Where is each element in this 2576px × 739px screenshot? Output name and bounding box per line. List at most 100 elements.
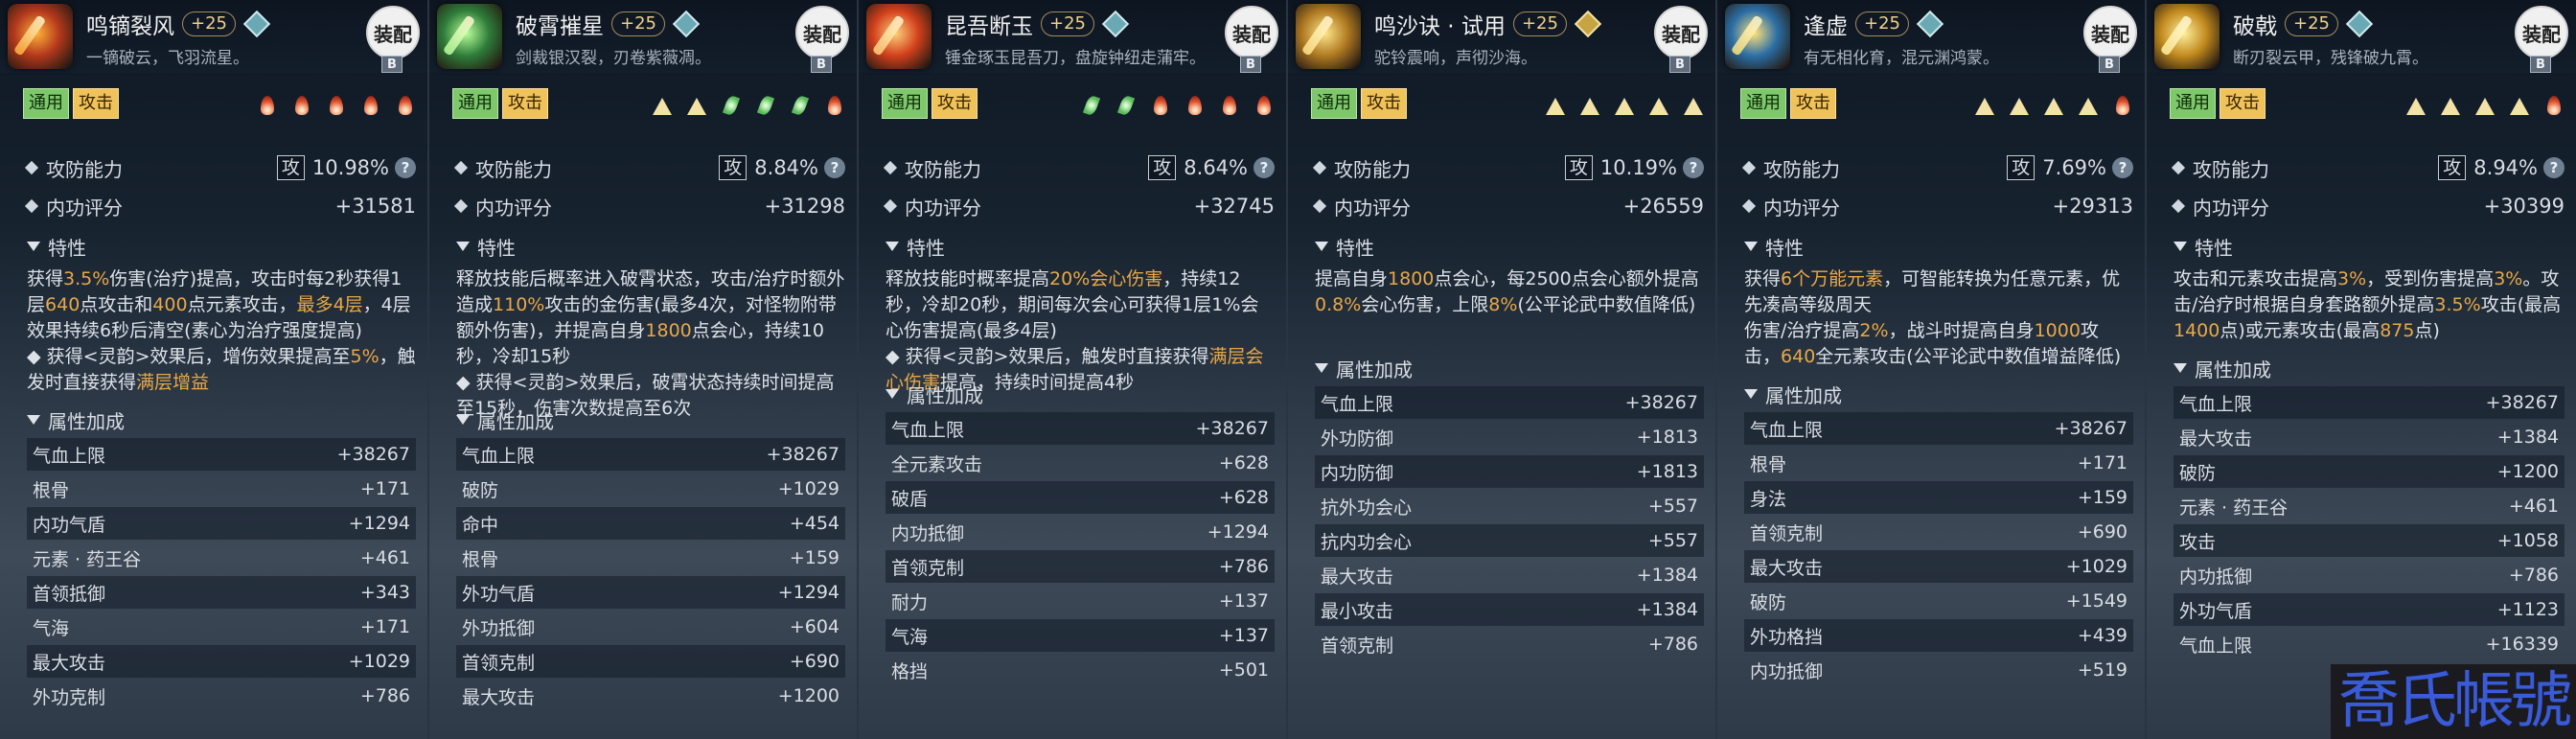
attributes-header[interactable]: 属性加成: [1744, 380, 1842, 408]
equip-button[interactable]: 装配: [795, 6, 849, 59]
attribute-name: 外功格挡: [1750, 626, 1824, 648]
attribute-name: 外功克制: [33, 686, 106, 708]
sand-wing-icon[interactable]: [1296, 4, 1361, 69]
attribute-row: 破防 +1200: [2174, 455, 2564, 488]
equipment-subtitle: 剑裁银汉裂，刃卷紫薇凋。: [516, 49, 711, 68]
score-label: 内功评分: [1334, 196, 1411, 219]
collapse-arrow-icon: [456, 242, 470, 251]
trait-text: 3%: [2337, 268, 2367, 289]
triangle-icon: [2078, 94, 2099, 115]
traits-header[interactable]: 特性: [2174, 232, 2233, 261]
attribute-name: 内功防御: [1321, 462, 1394, 484]
help-icon[interactable]: ?: [1254, 157, 1275, 178]
card-title: 昆吾断玉 +25: [945, 8, 1130, 40]
flame-icon: [1184, 94, 1206, 115]
attribute-name: 气海: [891, 626, 929, 648]
score-value: +31298: [764, 195, 845, 218]
attributes-header[interactable]: 属性加成: [456, 405, 554, 434]
trait-description: 攻击和元素攻击提高3%，受到伤害提高3%。攻击/治疗时根据自身套路额外提高3.5…: [2174, 266, 2564, 344]
attributes-header[interactable]: 属性加成: [886, 380, 983, 408]
equip-button[interactable]: 装配: [1654, 6, 1708, 59]
help-icon[interactable]: ?: [2543, 157, 2564, 178]
attribute-row: 最大攻击 +1029: [1744, 550, 2133, 583]
trait-text: 最多4层: [296, 294, 363, 315]
orb-ring-icon[interactable]: [1725, 4, 1790, 69]
attribute-name: 首领克制: [1321, 635, 1394, 657]
trait-text: 1800: [645, 320, 692, 341]
ability-label: 攻防能力: [46, 157, 123, 181]
equip-button[interactable]: 装配: [1225, 6, 1278, 59]
equipment-card[interactable]: 破戟 +25 断刃裂云甲，残锋破九霄。 装配 B 通用 攻击 攻防能力攻 8.94%? 内…: [2147, 0, 2576, 739]
attribute-value: +454: [789, 513, 840, 534]
attribute-value: +461: [359, 547, 410, 568]
ability-label: 攻防能力: [1763, 157, 1840, 181]
equipment-card[interactable]: 破霄摧星 +25 剑裁银汉裂，刃卷紫薇凋。 装配 B 通用 攻击 攻防能力 攻 8.84%…: [429, 0, 859, 739]
trait-text: 1400: [2174, 320, 2220, 341]
green-blade-icon[interactable]: [437, 4, 502, 69]
attribute-value: +786: [359, 685, 410, 706]
attribute-name: 内功气盾: [33, 514, 106, 536]
help-icon[interactable]: ?: [824, 157, 845, 178]
element-slots: [1081, 94, 1275, 117]
score-row: 内功评分 +31298: [453, 190, 845, 222]
equip-button[interactable]: 装配: [366, 6, 420, 59]
equipment-card[interactable]: 昆吾断玉 +25 锤金琢玉昆吾刀，盘旋钟纽走蒲牢。 装配 B 通用 攻击 攻防能力 攻 8…: [859, 0, 1288, 739]
diamond-icon: [1741, 160, 1757, 175]
attribute-name: 命中: [462, 514, 499, 536]
attribute-row: 内功防御 +1813: [1315, 455, 1704, 488]
trait-description: 获得3.5%伤害(治疗)提高，攻击时每2秒获得1层640点攻击和400点元素攻击…: [27, 266, 416, 396]
traits-header[interactable]: 特性: [1744, 232, 1804, 261]
ability-label: 攻防能力: [2193, 157, 2269, 181]
flame-icon: [2543, 94, 2564, 115]
equipment-card[interactable]: 鸣沙诀 · 试用 +25 驼铃震响，声彻沙海。 装配 B 通用 攻击 攻防能力 攻 10.…: [1288, 0, 1717, 739]
flame-icon: [2112, 94, 2133, 115]
triangle-icon: [2440, 94, 2461, 115]
attribute-row: 元素 · 药王谷 +461: [27, 542, 416, 574]
traits-header[interactable]: 特性: [886, 232, 945, 261]
fire-blade-icon[interactable]: [866, 4, 932, 69]
equipment-subtitle: 锤金琢玉昆吾刀，盘旋钟纽走蒲牢。: [945, 49, 1206, 68]
score-value: +32745: [1193, 195, 1275, 218]
help-icon[interactable]: ?: [395, 157, 416, 178]
equip-button[interactable]: 装配: [2515, 6, 2568, 59]
flame-icon: [395, 94, 416, 115]
attribute-row: 最大攻击 +1200: [456, 680, 845, 712]
diamond-icon: [2171, 198, 2186, 214]
score-label: 内功评分: [1763, 196, 1840, 219]
flame-icon: [1254, 94, 1275, 115]
leaf-icon: [1081, 94, 1102, 117]
tag-row: 通用 攻击: [1740, 88, 1836, 119]
traits-header[interactable]: 特性: [1315, 232, 1374, 261]
attribute-value: +604: [789, 616, 840, 637]
equip-button[interactable]: 装配: [2083, 6, 2137, 59]
card-title: 鸣沙诀 · 试用 +25: [1374, 8, 1602, 40]
card-header: 破戟 +25 断刃裂云甲，残锋破九霄。 装配 B: [2147, 0, 2576, 73]
attributes-header[interactable]: 属性加成: [1315, 354, 1413, 382]
trait-text: 20%会心伤害: [1049, 268, 1163, 289]
ability-label: 攻防能力: [1334, 157, 1411, 181]
attack-box: 攻: [719, 155, 748, 180]
ability-row: 攻防能力 攻 8.84%?: [453, 151, 845, 184]
equipment-card[interactable]: 逢虚 +25 有无相化育，混元渊鸿蒙。 装配 B 通用 攻击 攻防能力 攻 7.69%? 内…: [1717, 0, 2147, 739]
golden-halberd-icon[interactable]: [2154, 4, 2220, 69]
help-icon[interactable]: ?: [2112, 157, 2133, 178]
attribute-row: 气血上限 +38267: [1744, 412, 2133, 445]
score-row: 内功评分 +26559: [1312, 190, 1704, 222]
attribute-row: 破防 +1029: [456, 473, 845, 505]
level-badge: +25: [2285, 12, 2338, 36]
traits-header[interactable]: 特性: [27, 232, 86, 261]
attribute-row: 外功气盾 +1123: [2174, 593, 2564, 626]
help-icon[interactable]: ?: [1683, 157, 1704, 178]
collapse-arrow-icon: [1744, 389, 1758, 399]
attribute-name: 耐力: [891, 591, 929, 613]
traits-header[interactable]: 特性: [456, 232, 516, 261]
ability-value: 8.84%: [754, 156, 818, 179]
attributes-header[interactable]: 属性加成: [27, 405, 125, 434]
ability-value: 7.69%: [2042, 156, 2106, 179]
attribute-row: 最大攻击 +1029: [27, 645, 416, 678]
collapse-arrow-icon: [27, 415, 40, 425]
equipment-card[interactable]: 鸣镝裂风 +25 一镝破云，飞羽流星。 装配 B 通用 攻击 攻防能力 攻 10.98%?…: [0, 0, 429, 739]
attributes-header[interactable]: 属性加成: [2174, 354, 2271, 382]
attribute-value: +690: [789, 651, 840, 672]
flame-arrow-icon[interactable]: [8, 4, 73, 69]
